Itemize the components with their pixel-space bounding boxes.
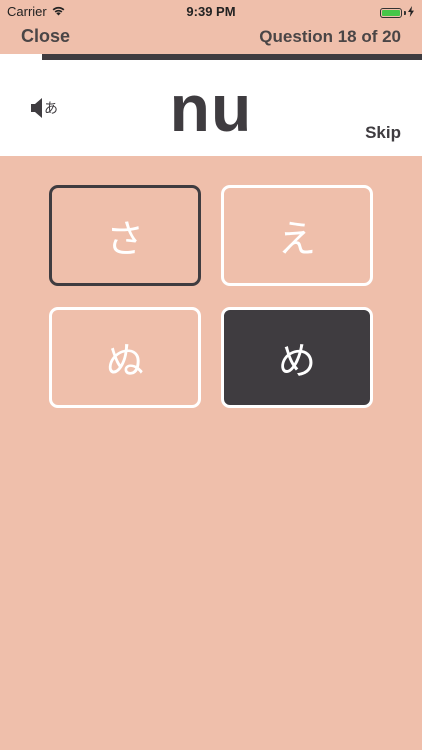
answer-choice-2[interactable]: え	[221, 185, 373, 286]
skip-button[interactable]: Skip	[365, 123, 401, 143]
answer-choice-4[interactable]: め	[221, 307, 373, 408]
choice-kana: ぬ	[105, 339, 144, 383]
choice-kana: め	[277, 339, 316, 383]
answer-choice-3[interactable]: ぬ	[49, 307, 201, 408]
battery-tip	[404, 10, 406, 15]
choice-kana: さ	[105, 217, 144, 261]
status-bar: Carrier 9:39 PM	[0, 0, 422, 22]
battery-indicator	[380, 5, 414, 20]
nav-bar: Close Question 18 of 20	[0, 22, 422, 54]
battery-level	[382, 9, 400, 16]
question-counter: Question 18 of 20	[259, 27, 401, 46]
charging-bolt-icon	[408, 5, 414, 20]
answer-choice-1[interactable]: さ	[49, 185, 201, 286]
battery-icon	[380, 7, 402, 18]
prompt-panel: あ nu Skip	[0, 60, 422, 156]
prompt-romaji: nu	[169, 71, 253, 145]
status-time: 9:39 PM	[186, 4, 236, 19]
close-button[interactable]: Close	[21, 26, 70, 47]
choice-kana: え	[277, 217, 316, 261]
